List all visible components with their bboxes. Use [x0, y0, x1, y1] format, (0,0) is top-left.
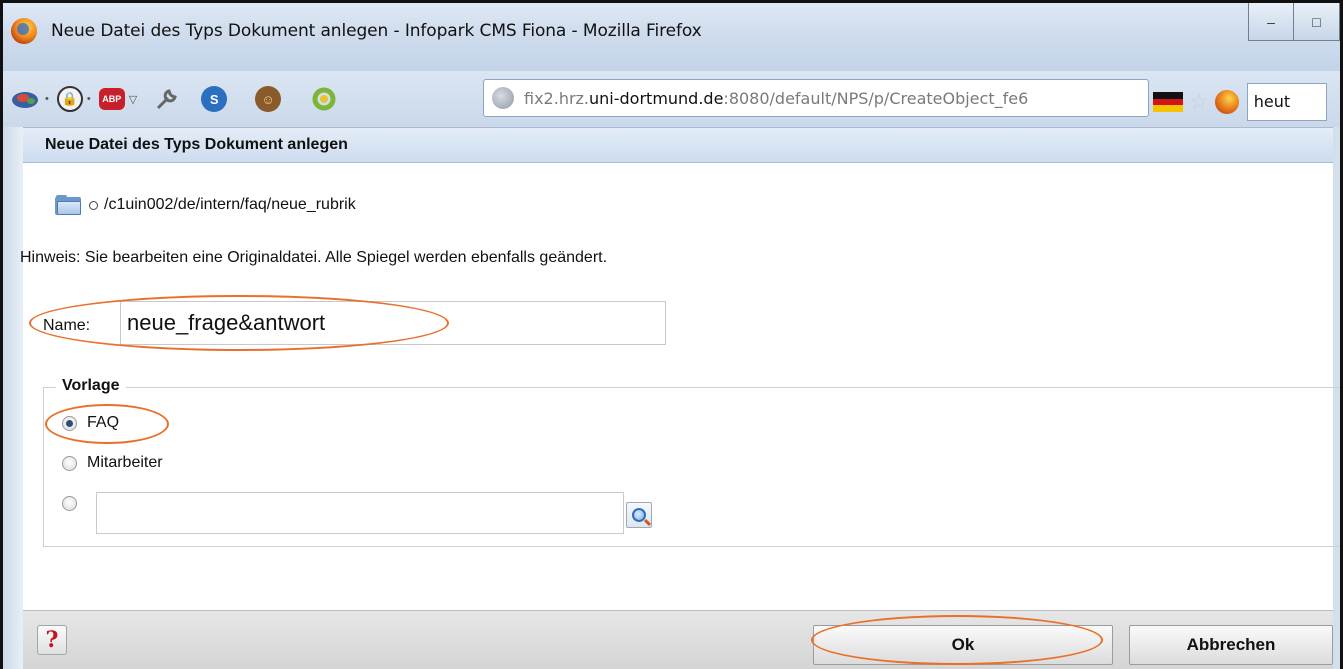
chevron-down-icon[interactable]: ▽	[129, 84, 137, 114]
window-controls: – □	[1248, 3, 1340, 41]
dropdown-dot-icon[interactable]: •	[87, 84, 91, 114]
greasemonkey-icon[interactable]: ☺	[255, 84, 282, 114]
title-bar: Neue Datei des Typs Dokument anlegen - I…	[3, 3, 1340, 71]
search-box[interactable]: heut	[1246, 83, 1327, 121]
dialog-footer: ? Ok Abbrechen	[23, 610, 1333, 669]
cancel-button[interactable]: Abbrechen	[1129, 625, 1333, 665]
name-input[interactable]	[120, 301, 666, 345]
folder-path: /c1uin002/de/intern/faq/neue_rubrik	[104, 196, 356, 213]
bullet-icon	[89, 200, 98, 210]
radio-mitarbeiter[interactable]	[62, 455, 77, 471]
privacy-lock-icon[interactable]: 🔒	[56, 84, 83, 114]
wrench-icon[interactable]	[155, 84, 179, 114]
navigation-toolbar: • 🔒 • ABP ▽ S ☺ fix2.hrz.uni-dortmund.de…	[3, 71, 1340, 127]
bookmark-star-icon[interactable]: ☆	[1189, 89, 1209, 115]
folder-icon	[55, 195, 81, 215]
left-window-edge	[3, 127, 23, 669]
reload-addon-icon[interactable]	[311, 84, 337, 114]
radio-custom[interactable]	[62, 496, 77, 511]
adblock-icon[interactable]: ABP	[98, 84, 125, 114]
template-option-mitarbeiter[interactable]: Mitarbeiter	[62, 454, 163, 472]
help-button[interactable]: ?	[37, 625, 67, 655]
radio-faq-label: FAQ	[87, 414, 120, 431]
radio-mitarbeiter-label: Mitarbeiter	[87, 454, 163, 471]
name-label: Name:	[43, 317, 91, 334]
magnifier-icon	[632, 508, 646, 522]
radio-faq[interactable]	[62, 415, 77, 431]
url-bar[interactable]: fix2.hrz.uni-dortmund.de:8080/default/NP…	[483, 79, 1149, 117]
dialog-title: Neue Datei des Typs Dokument anlegen	[45, 136, 348, 153]
hint-text: Hinweis: Sie bearbeiten eine Originaldat…	[20, 249, 608, 266]
template-search-button[interactable]	[626, 502, 652, 528]
firefox-icon	[11, 18, 37, 44]
window-title: Neue Datei des Typs Dokument anlegen - I…	[51, 21, 702, 41]
addon-globe-icon[interactable]	[11, 84, 41, 114]
german-flag-icon[interactable]	[1153, 92, 1183, 113]
template-fieldset: Vorlage FAQ Mitarbeiter	[43, 377, 1340, 547]
template-legend: Vorlage	[56, 377, 126, 395]
template-option-custom[interactable]	[62, 496, 87, 511]
dropdown-dot-icon[interactable]: •	[45, 84, 49, 114]
ok-button[interactable]: Ok	[813, 625, 1113, 665]
site-identity-icon[interactable]	[492, 87, 514, 109]
minimize-button[interactable]: –	[1248, 3, 1294, 41]
browser-window: Neue Datei des Typs Dokument anlegen - I…	[0, 0, 1343, 669]
firefox-search-engine-icon[interactable]	[1214, 90, 1239, 114]
template-custom-input[interactable]	[96, 492, 624, 534]
dialog-content: /c1uin002/de/intern/faq/neue_rubrik Hinw…	[20, 163, 1340, 610]
maximize-button[interactable]: □	[1294, 3, 1340, 41]
url-text: fix2.hrz.uni-dortmund.de:8080/default/NP…	[524, 88, 1029, 108]
breadcrumb: /c1uin002/de/intern/faq/neue_rubrik	[55, 195, 356, 215]
skype-icon[interactable]: S	[201, 84, 228, 114]
template-option-faq[interactable]: FAQ	[62, 414, 119, 432]
dialog-header: Neue Datei des Typs Dokument anlegen	[23, 127, 1333, 163]
